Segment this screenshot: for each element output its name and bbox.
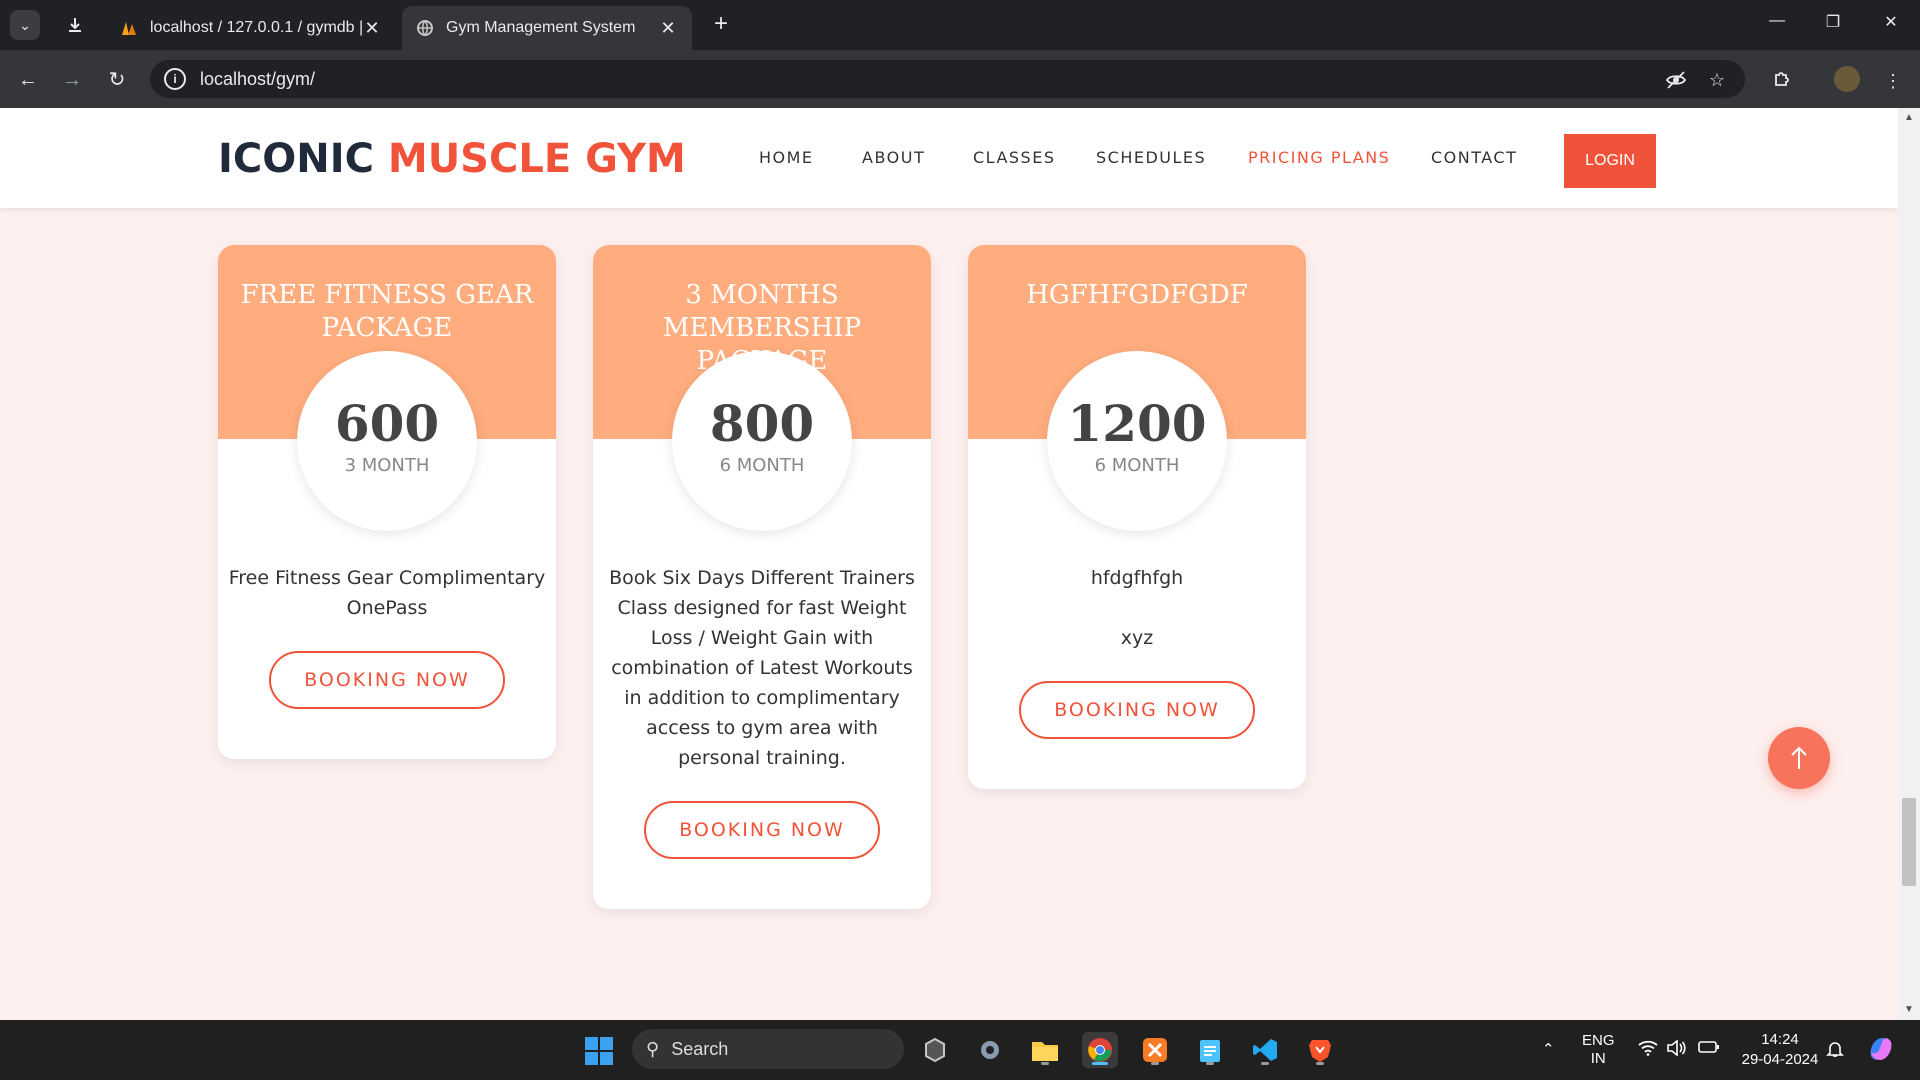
booking-now-button[interactable]: BOOKING NOW — [644, 801, 880, 859]
scrollbar-thumb[interactable] — [1902, 798, 1916, 886]
region-text: IN — [1590, 1050, 1606, 1067]
address-bar[interactable]: i localhost/gym/ — [150, 60, 1745, 98]
close-tab-icon[interactable]: ✕ — [658, 18, 678, 39]
language-text: ENG — [1582, 1032, 1615, 1049]
minimize-icon[interactable]: — — [1762, 12, 1792, 38]
login-button[interactable]: LOGIN — [1564, 134, 1656, 188]
plan-price: 600 — [334, 394, 440, 453]
description-line: hfdgfhfgh — [1090, 567, 1184, 589]
chevron-up-icon[interactable]: ⌃ — [1542, 1040, 1555, 1058]
page-viewport: ICONIC MUSCLE GYM HOME ABOUT CLASSES SCH… — [0, 108, 1898, 1020]
price-circle: 600 3 MONTH — [297, 351, 477, 531]
back-to-top-button[interactable] — [1768, 727, 1830, 789]
restore-icon[interactable]: ❐ — [1818, 12, 1848, 38]
pricing-card: HGFHFGDFGDF 1200 6 MONTH hfdgfhfgh xyz B… — [968, 245, 1306, 789]
nav-pricing-plans[interactable]: PRICING PLANS — [1248, 148, 1390, 167]
arrow-up-icon — [1791, 746, 1807, 769]
copilot-icon[interactable] — [1866, 1034, 1896, 1068]
clock-time: 14:24 — [1761, 1031, 1799, 1048]
notification-bell-icon[interactable] — [1826, 1040, 1844, 1062]
profile-avatar[interactable] — [1834, 66, 1860, 92]
plan-price: 1200 — [1067, 394, 1207, 453]
tab-gym-management[interactable]: Gym Management System ✕ — [402, 6, 692, 50]
pricing-card: 3 MONTHS MEMBERSHIP PACKAGE 800 6 MONTH … — [593, 245, 931, 909]
file-explorer-icon[interactable] — [1027, 1032, 1063, 1068]
eye-off-icon[interactable] — [1665, 69, 1687, 91]
site-header: ICONIC MUSCLE GYM HOME ABOUT CLASSES SCH… — [0, 108, 1898, 208]
battery-icon[interactable] — [1698, 1040, 1720, 1058]
extensions-icon[interactable] — [1769, 68, 1795, 94]
volume-icon[interactable] — [1666, 1039, 1686, 1060]
globe-icon — [416, 19, 434, 37]
vscode-icon[interactable] — [1247, 1032, 1283, 1068]
plan-title: FREE FITNESS GEAR PACKAGE — [240, 280, 534, 343]
scroll-down-arrow-icon[interactable]: ▼ — [1903, 1004, 1915, 1016]
booking-now-button[interactable]: BOOKING NOW — [1019, 681, 1255, 739]
tab-title: localhost / 127.0.0.1 / gymdb | phpMyAdm… — [150, 19, 362, 36]
download-icon[interactable] — [62, 12, 88, 38]
nav-home[interactable]: HOME — [759, 148, 814, 167]
back-arrow-icon[interactable]: ← — [14, 66, 42, 94]
price-circle: 1200 6 MONTH — [1047, 351, 1227, 531]
notepad-icon[interactable] — [1192, 1032, 1228, 1068]
url-text: localhost/gym/ — [200, 68, 316, 89]
os-taskbar: ⚲ Search ⌃ ENG IN 14:24 29-04-2024 — [0, 1020, 1920, 1080]
page-scrollbar[interactable]: ▲ ▼ — [1898, 108, 1920, 1020]
plan-description: hfdgfhfgh xyz — [978, 563, 1296, 653]
search-label: Search — [671, 1038, 729, 1059]
forward-arrow-icon[interactable]: → — [58, 66, 86, 94]
browser-tab-bar: ⌄ localhost / 127.0.0.1 / gymdb | phpMyA… — [0, 0, 1920, 50]
brave-icon[interactable] — [1302, 1032, 1338, 1068]
scroll-up-arrow-icon[interactable]: ▲ — [1903, 112, 1915, 124]
plan-price: 800 — [709, 394, 815, 453]
logo-text: ICONIC — [218, 136, 388, 182]
more-menu-icon[interactable]: ⋮ — [1880, 68, 1906, 94]
description-line: Book Six Days Different Trainers Class d… — [609, 567, 915, 769]
close-window-icon[interactable]: ✕ — [1876, 12, 1906, 38]
clock[interactable]: 14:24 29-04-2024 — [1740, 1030, 1820, 1070]
reload-icon[interactable]: ↻ — [103, 66, 131, 94]
tab-search-button[interactable]: ⌄ — [10, 10, 40, 40]
plan-period: 6 MONTH — [1094, 455, 1180, 476]
bookmark-star-icon[interactable]: ☆ — [1706, 69, 1728, 91]
taskbar-search[interactable]: ⚲ Search — [632, 1029, 904, 1069]
tab-phpmyadmin[interactable]: localhost / 127.0.0.1 / gymdb | phpMyAdm… — [106, 6, 396, 50]
site-logo[interactable]: ICONIC MUSCLE GYM — [218, 136, 686, 182]
xampp-icon[interactable] — [1137, 1032, 1173, 1068]
nav-about[interactable]: ABOUT — [862, 148, 925, 167]
close-tab-icon[interactable]: ✕ — [362, 18, 382, 39]
task-view-icon[interactable] — [917, 1032, 953, 1068]
plan-period: 3 MONTH — [344, 455, 430, 476]
nav-classes[interactable]: CLASSES — [973, 148, 1055, 167]
windows-start-icon[interactable] — [585, 1037, 613, 1065]
nav-schedules[interactable]: SCHEDULES — [1096, 148, 1206, 167]
new-tab-button[interactable]: + — [708, 12, 734, 38]
browser-toolbar: ← → ↻ i localhost/gym/ ☆ ⋮ — [0, 50, 1920, 108]
phpmyadmin-icon — [120, 19, 138, 37]
wifi-icon[interactable] — [1638, 1040, 1658, 1060]
logo-accent-text: MUSCLE GYM — [387, 136, 686, 182]
plan-description: Book Six Days Different Trainers Class d… — [603, 563, 921, 773]
description-line: Free Fitness Gear Complimentary OnePass — [228, 567, 546, 619]
plan-period: 6 MONTH — [719, 455, 805, 476]
chrome-icon[interactable] — [1082, 1032, 1118, 1068]
pricing-card: FREE FITNESS GEAR PACKAGE 600 3 MONTH Fr… — [218, 245, 556, 759]
plan-description: Free Fitness Gear Complimentary OnePass — [228, 563, 546, 623]
nav-contact[interactable]: CONTACT — [1431, 148, 1517, 167]
plan-title: HGFHFGDFGDF — [1026, 280, 1248, 310]
price-circle: 800 6 MONTH — [672, 351, 852, 531]
booking-now-button[interactable]: BOOKING NOW — [269, 651, 505, 709]
search-icon: ⚲ — [646, 1038, 660, 1059]
tab-title: Gym Management System — [446, 19, 636, 36]
settings-gear-icon[interactable] — [972, 1032, 1008, 1068]
clock-date: 29-04-2024 — [1741, 1051, 1819, 1068]
description-line: xyz — [1120, 627, 1154, 649]
site-info-icon[interactable]: i — [164, 68, 186, 90]
language-indicator[interactable]: ENG IN — [1582, 1032, 1615, 1068]
